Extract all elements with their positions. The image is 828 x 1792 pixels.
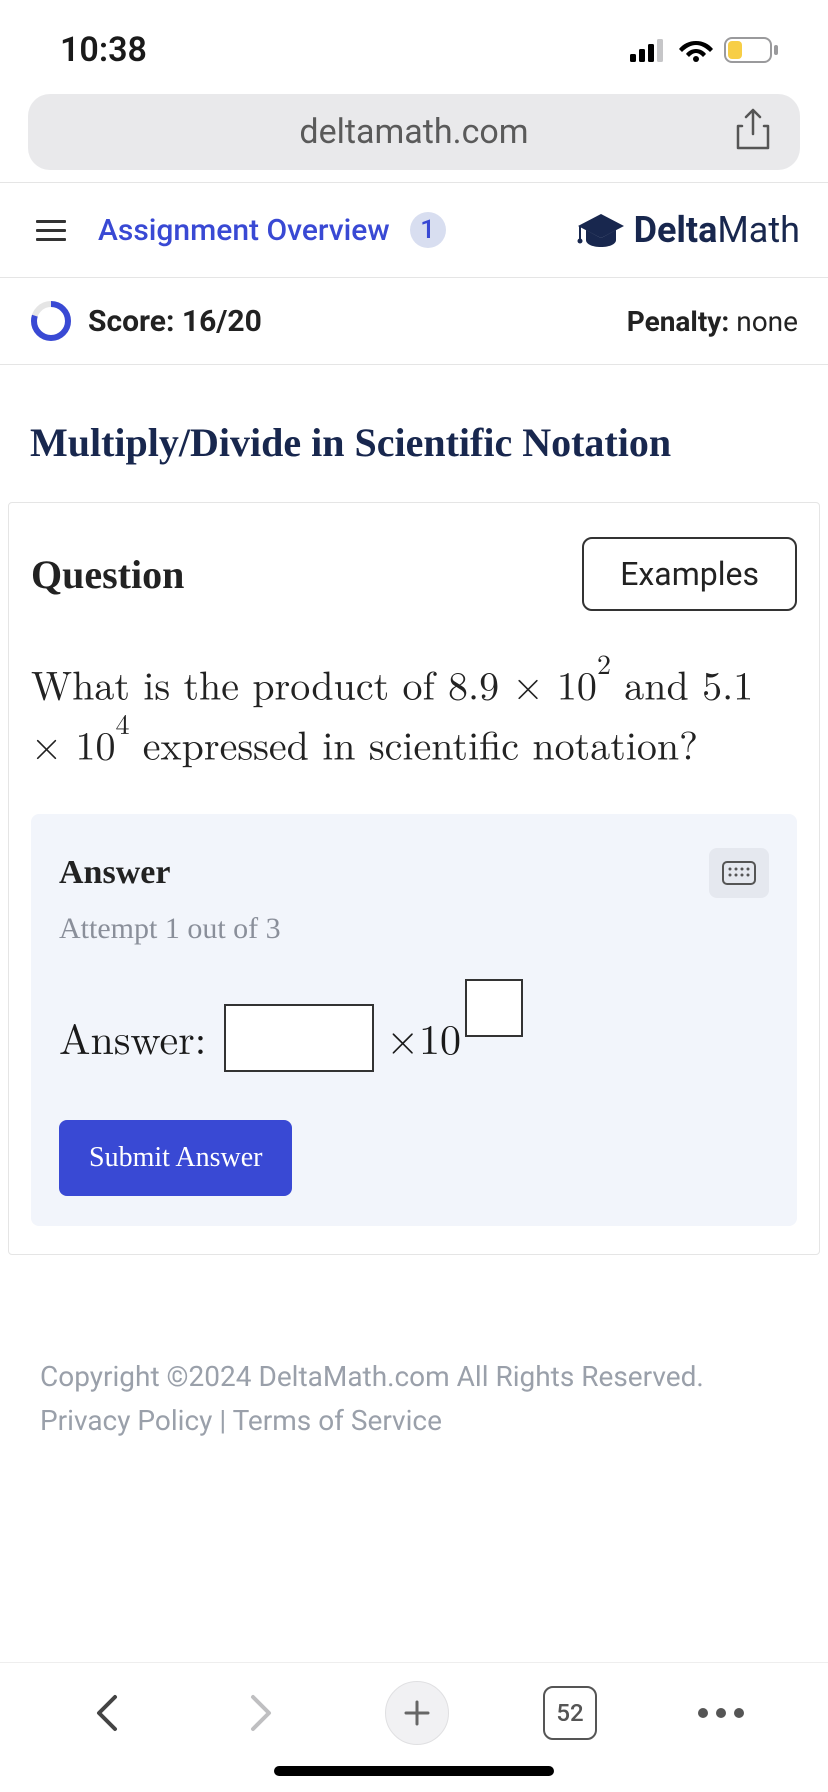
- wifi-icon: [678, 37, 714, 63]
- status-time: 10:38: [60, 30, 147, 70]
- footer: Copyright ©2024 DeltaMath.com All Rights…: [0, 1255, 828, 1465]
- keyboard-icon: [722, 861, 756, 885]
- answer-box: Answer Attempt 1 out of 3 Answer: ×10 Su…: [31, 814, 797, 1226]
- chevron-left-icon: [93, 1693, 121, 1733]
- attempt-text: Attempt 1 out of 3: [59, 912, 769, 946]
- score-progress-icon: [30, 300, 72, 342]
- question-text: What is the product of 8.9 × 102 and 5.1…: [31, 653, 797, 774]
- url-bar[interactable]: deltamath.com: [28, 94, 800, 170]
- answer-input-row: Answer: ×10: [59, 1004, 769, 1072]
- tabs-button[interactable]: 52: [543, 1686, 597, 1740]
- url-bar-wrap: deltamath.com: [0, 88, 828, 182]
- answer-prefix: Answer:: [59, 1008, 206, 1067]
- answer-label: Answer: [59, 854, 170, 892]
- question-header: Question Examples: [31, 537, 797, 611]
- score-row: Score: 16/20 Penalty: none: [0, 278, 828, 365]
- question-heading: Question: [31, 551, 184, 598]
- plus-icon: [402, 1698, 432, 1728]
- terms-link[interactable]: Terms of Service: [233, 1404, 442, 1437]
- coefficient-input[interactable]: [224, 1004, 374, 1072]
- copyright-text: Copyright ©2024 DeltaMath.com All Rights…: [40, 1355, 788, 1400]
- battery-icon: [724, 37, 780, 63]
- examples-button[interactable]: Examples: [582, 537, 797, 611]
- penalty-text: Penalty: none: [627, 305, 798, 338]
- privacy-policy-link[interactable]: Privacy Policy: [40, 1404, 212, 1437]
- hamburger-icon[interactable]: [36, 220, 66, 241]
- cellular-icon: [630, 38, 668, 62]
- times-ten-label: ×10: [386, 1008, 461, 1067]
- assignment-overview-link[interactable]: Assignment Overview: [98, 213, 390, 248]
- dots-icon: [698, 1708, 708, 1718]
- chevron-right-icon: [247, 1693, 275, 1733]
- home-indicator[interactable]: [274, 1766, 554, 1776]
- topic-title: Multiply/Divide in Scientific Notation: [0, 365, 828, 502]
- url-text: deltamath.com: [299, 112, 528, 152]
- status-bar: 10:38: [0, 0, 828, 88]
- app-header: Assignment Overview 1 DeltaMath: [0, 182, 828, 278]
- more-button[interactable]: [691, 1683, 751, 1743]
- keyboard-button[interactable]: [709, 848, 769, 898]
- exponent-input[interactable]: [465, 979, 523, 1037]
- status-icons: [630, 37, 780, 63]
- logo-text: DeltaMath: [634, 209, 800, 251]
- back-button[interactable]: [77, 1683, 137, 1743]
- submit-answer-button[interactable]: Submit Answer: [59, 1120, 292, 1196]
- question-card: Question Examples What is the product of…: [8, 502, 820, 1255]
- forward-button[interactable]: [231, 1683, 291, 1743]
- share-icon[interactable]: [734, 108, 772, 156]
- logo[interactable]: DeltaMath: [576, 209, 800, 251]
- score-text: Score: 16/20: [88, 304, 262, 339]
- graduation-cap-icon: [576, 212, 626, 248]
- new-tab-button[interactable]: [385, 1681, 449, 1745]
- overview-count-badge: 1: [410, 212, 446, 248]
